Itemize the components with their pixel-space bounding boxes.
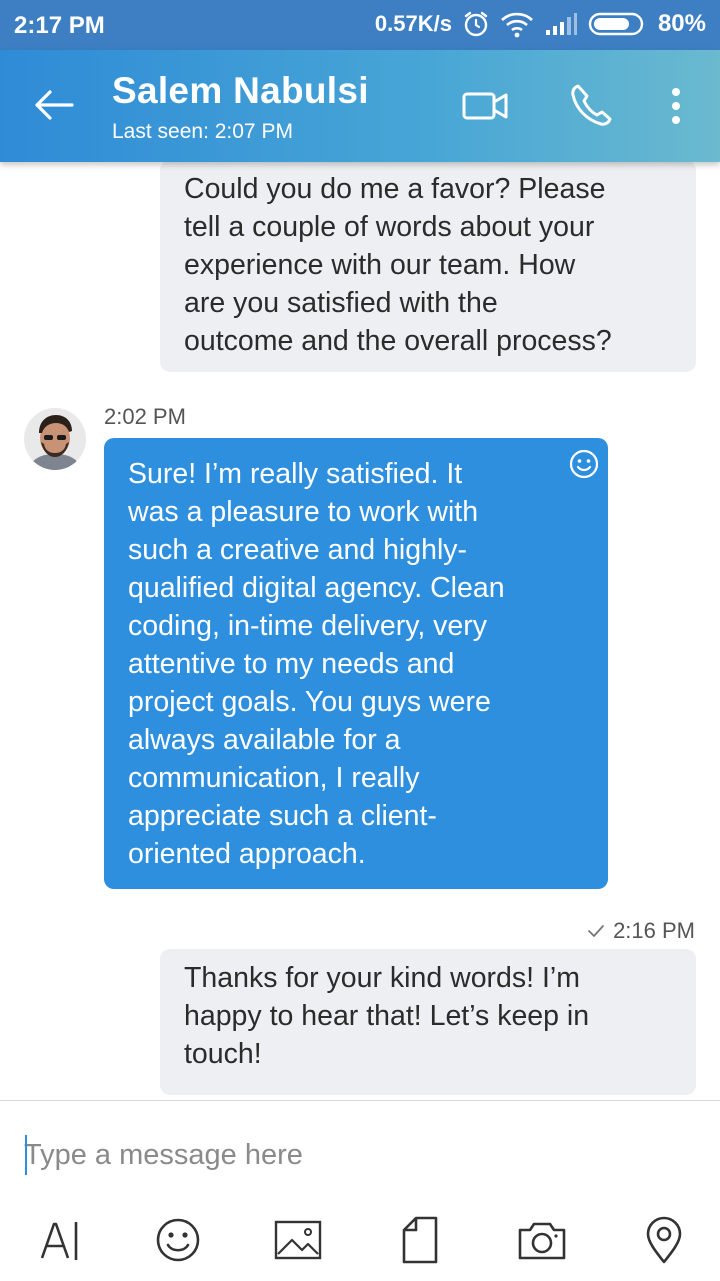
camera-icon[interactable] [516,1214,568,1266]
message-line: outcome and the overall process? [184,325,612,357]
outgoing-message[interactable]: Thanks for your kind words! I’m happy to… [160,949,696,1095]
battery-percent: 80% [657,10,706,37]
message-line: are you satisfied with the [184,287,498,319]
message-line: project goals. You guys were [128,686,491,718]
file-icon[interactable] [396,1214,448,1266]
avatar[interactable] [24,408,86,470]
status-icons: 0.57K/s 80% [375,10,706,38]
message-line: was a pleasure to work with [128,496,479,528]
chat-header: Salem Nabulsi Last seen: 2:07 PM [0,50,720,162]
message-line: tell a couple of words about your [184,211,595,243]
battery-icon [588,11,648,37]
network-speed: 0.57K/s [374,11,452,36]
phone-icon[interactable] [564,80,616,132]
message-line: Could you do me a favor? Please [184,173,606,205]
video-call-icon[interactable] [460,80,512,132]
text-caret [25,1135,27,1175]
message-line: coding, in-time delivery, very [128,610,488,642]
message-timestamp: 2:16 PM [613,918,695,943]
alarm-icon [462,10,490,38]
emoji-icon[interactable] [152,1214,204,1266]
message-line: Thanks for your kind words! I’m [184,962,580,994]
message-line: experience with our team. How [184,249,576,281]
back-arrow-icon[interactable] [30,80,80,130]
wifi-icon [500,10,534,38]
reaction-emoji-icon[interactable] [568,448,600,480]
message-line: always available for a [128,724,401,756]
status-bar: 2:17 PM 0.57K/s 80% [0,0,720,50]
message-line: Sure! I’m really satisfied. It [128,458,463,490]
contact-name[interactable]: Salem Nabulsi [112,70,369,112]
message-line: oriented approach. [128,838,366,870]
outgoing-message[interactable]: Could you do me a favor? Please tell a c… [160,162,696,372]
location-icon[interactable] [638,1214,690,1266]
signal-icon [544,11,578,37]
message-line: appreciate such a client- [128,800,437,832]
incoming-message[interactable]: Sure! I’m really satisfied. It was a ple… [104,438,608,889]
message-line: touch! [184,1038,262,1070]
more-vertical-icon[interactable] [650,80,702,132]
message-line: qualified digital agency. Clean [128,572,505,604]
message-line: communication, I really [128,762,420,794]
image-icon[interactable] [272,1214,324,1266]
message-timestamp: 2:02 PM [104,404,186,429]
delivered-check-icon [587,918,605,944]
text-format-icon[interactable] [34,1214,86,1266]
message-composer [0,1100,720,1281]
last-seen-status: Last seen: 2:07 PM [112,120,293,143]
status-time: 2:17 PM [14,12,105,39]
message-meta: 2:16 PM [587,918,695,944]
message-line: happy to hear that! Let’s keep in [184,1000,590,1032]
message-input[interactable] [24,1131,684,1179]
message-list[interactable]: Could you do me a favor? Please tell a c… [0,162,720,1102]
message-line: attentive to my needs and [128,648,455,680]
message-line: such a creative and highly- [128,534,468,566]
